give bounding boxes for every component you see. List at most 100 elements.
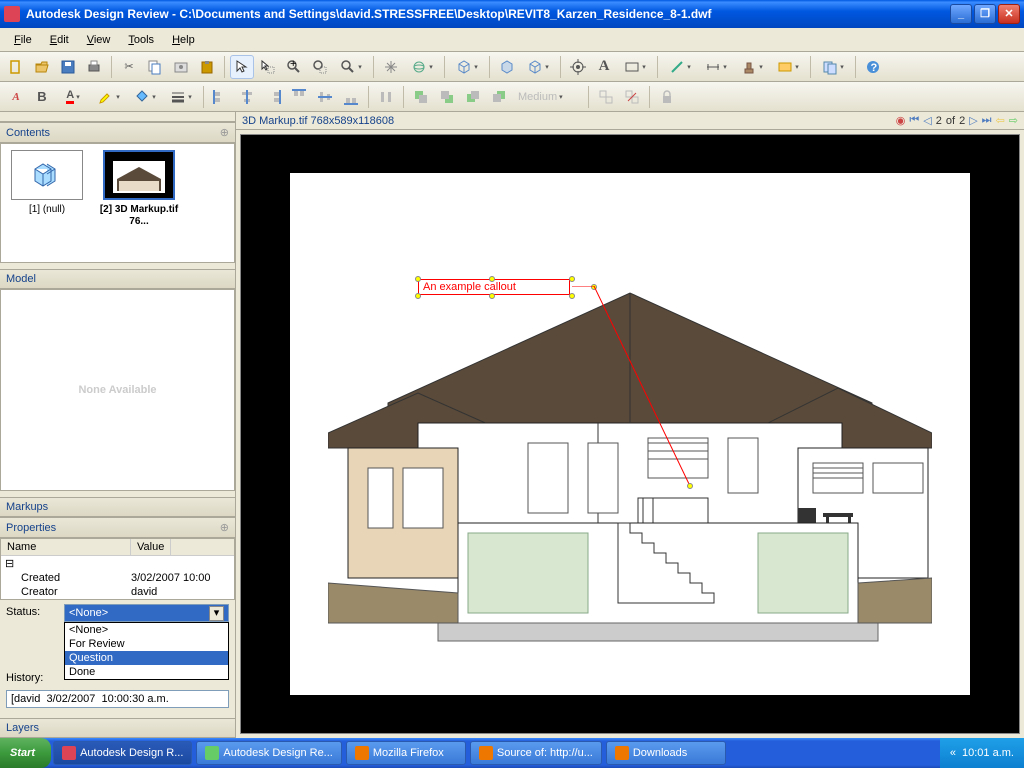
align-left-icon[interactable] <box>209 85 233 109</box>
3d-view-icon[interactable] <box>450 55 484 79</box>
thumbnail-1[interactable]: [1] (null) <box>7 150 87 256</box>
shade-icon[interactable] <box>495 55 519 79</box>
canvas-viewport[interactable]: An example callout <box>240 134 1020 734</box>
panel-layers-header[interactable]: Layers <box>0 718 235 738</box>
menu-view[interactable]: View <box>79 31 119 49</box>
align-top-icon[interactable] <box>287 85 311 109</box>
taskbar-item[interactable]: Autodesk Design Re... <box>196 741 341 765</box>
cut-icon[interactable]: ✂ <box>117 55 141 79</box>
select-icon[interactable] <box>230 55 254 79</box>
callout-handle[interactable] <box>489 276 495 282</box>
restore-button[interactable]: ❐ <box>974 4 996 24</box>
compare-icon[interactable] <box>816 55 850 79</box>
nav-page-current: 2 <box>936 115 942 127</box>
stamp-icon[interactable] <box>735 55 769 79</box>
align-right-icon[interactable] <box>261 85 285 109</box>
bold-icon[interactable]: B <box>30 85 54 109</box>
send-back-icon[interactable] <box>435 85 459 109</box>
lock-icon[interactable] <box>655 85 679 109</box>
new-icon[interactable] <box>4 55 28 79</box>
print-icon[interactable] <box>82 55 106 79</box>
panel-contents-header[interactable]: Contents⊕ <box>0 122 235 143</box>
callout-handle[interactable] <box>489 293 495 299</box>
size-combo[interactable]: Medium <box>513 85 583 109</box>
callout-handle[interactable] <box>415 276 421 282</box>
wireframe-icon[interactable] <box>521 55 555 79</box>
menu-edit[interactable]: Edit <box>42 31 77 49</box>
menu-file[interactable]: File <box>6 31 40 49</box>
system-tray[interactable]: « 10:01 a.m. <box>940 738 1024 768</box>
nav-forward-icon[interactable]: ⇨ <box>1009 114 1018 127</box>
send-backward-icon[interactable] <box>487 85 511 109</box>
props-col-name[interactable]: Name <box>1 539 131 555</box>
taskbar-item[interactable]: Source of: http://u... <box>470 741 602 765</box>
callout-handle[interactable] <box>569 276 575 282</box>
open-icon[interactable] <box>30 55 54 79</box>
help-icon[interactable]: ? <box>861 55 885 79</box>
paste-icon[interactable] <box>195 55 219 79</box>
close-button[interactable]: ✕ <box>998 4 1020 24</box>
orbit-icon[interactable] <box>405 55 439 79</box>
distribute-icon[interactable] <box>374 85 398 109</box>
pan-icon[interactable] <box>379 55 403 79</box>
callout-leader-handle[interactable] <box>591 284 597 290</box>
callout-handle[interactable] <box>569 293 575 299</box>
minimize-button[interactable]: _ <box>950 4 972 24</box>
zoom-fit-icon[interactable] <box>334 55 368 79</box>
status-option-none[interactable]: <None> <box>65 623 228 637</box>
panel-contents: [1] (null) [2] 3D Markup.tif 76... <box>0 143 235 263</box>
taskbar-item[interactable]: Downloads <box>606 741 726 765</box>
callout-handle[interactable] <box>415 293 421 299</box>
snapshot-icon[interactable] <box>169 55 193 79</box>
symbol-icon[interactable] <box>771 55 805 79</box>
taskbar-item[interactable]: Autodesk Design R... <box>53 741 192 765</box>
thumbnail-2[interactable]: [2] 3D Markup.tif 76... <box>99 150 179 256</box>
panel-properties-header[interactable]: Properties⊕ <box>0 517 235 538</box>
line-tool-icon[interactable] <box>663 55 697 79</box>
status-option-review[interactable]: For Review <box>65 637 228 651</box>
highlight-icon[interactable] <box>92 85 126 109</box>
target-icon[interactable] <box>566 55 590 79</box>
select-multi-icon[interactable] <box>256 55 280 79</box>
align-center-h-icon[interactable] <box>235 85 259 109</box>
status-option-done[interactable]: Done <box>65 665 228 679</box>
props-col-value[interactable]: Value <box>131 539 171 555</box>
font-style-icon[interactable]: A <box>4 85 28 109</box>
svg-text:+: + <box>290 59 296 70</box>
ungroup-icon[interactable] <box>620 85 644 109</box>
menu-help[interactable]: Help <box>164 31 203 49</box>
history-input[interactable] <box>6 690 229 708</box>
tray-expand-icon[interactable]: « <box>950 747 956 759</box>
nav-back-icon[interactable]: ⇦ <box>996 114 1005 127</box>
shape-markup-icon[interactable] <box>618 55 652 79</box>
bring-front-icon[interactable] <box>409 85 433 109</box>
panel-model-header[interactable]: Model <box>0 269 235 289</box>
font-color-icon[interactable]: A <box>56 85 90 109</box>
zoom-window-icon[interactable] <box>308 55 332 79</box>
copy-icon[interactable] <box>143 55 167 79</box>
lineweight-icon[interactable] <box>164 85 198 109</box>
align-middle-icon[interactable] <box>313 85 337 109</box>
menu-tools[interactable]: Tools <box>120 31 162 49</box>
save-icon[interactable] <box>56 55 80 79</box>
zoom-in-icon[interactable]: + <box>282 55 306 79</box>
callout-endpoint-handle[interactable] <box>687 483 693 489</box>
history-label: History: <box>6 670 56 684</box>
text-markup-icon[interactable]: A <box>592 55 616 79</box>
nav-first-icon[interactable]: ⏮ <box>909 114 919 127</box>
callout-annotation[interactable]: An example callout <box>418 279 570 295</box>
status-combo[interactable]: <None>▾ <None> For Review Question Done <box>64 604 229 622</box>
fill-color-icon[interactable] <box>128 85 162 109</box>
taskbar-item[interactable]: Mozilla Firefox <box>346 741 466 765</box>
group-icon[interactable] <box>594 85 618 109</box>
nav-prev-icon[interactable]: ◁ <box>923 114 931 127</box>
panel-markups-header[interactable]: Markups <box>0 497 235 517</box>
bring-forward-icon[interactable] <box>461 85 485 109</box>
status-option-question[interactable]: Question <box>65 651 228 665</box>
align-bottom-icon[interactable] <box>339 85 363 109</box>
nav-stop-icon[interactable]: ◉ <box>896 114 906 127</box>
nav-next-icon[interactable]: ▷ <box>969 114 977 127</box>
start-button[interactable]: Start <box>0 738 51 768</box>
nav-last-icon[interactable]: ⏭ <box>982 114 992 127</box>
dimension-icon[interactable] <box>699 55 733 79</box>
